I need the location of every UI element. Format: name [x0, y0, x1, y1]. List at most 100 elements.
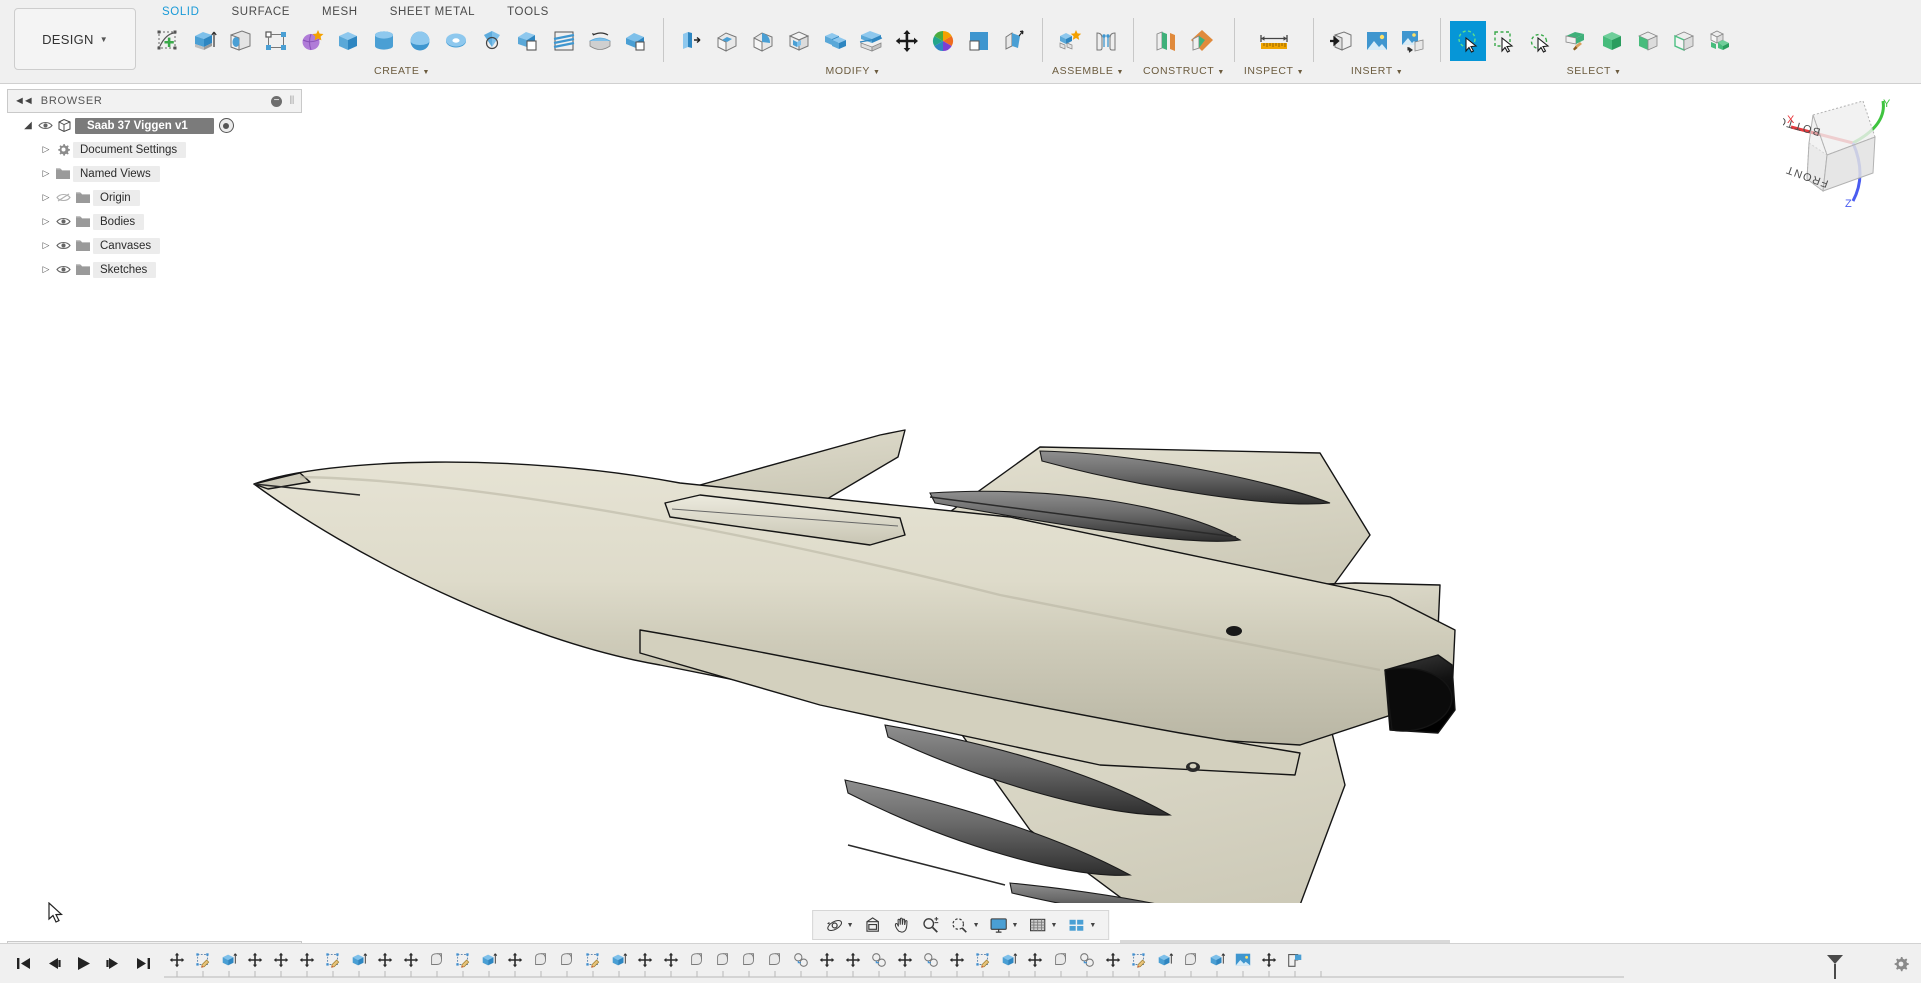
select-sketches-icon[interactable]	[1666, 21, 1702, 61]
select-components-icon[interactable]	[1702, 21, 1738, 61]
expand-arrow-icon[interactable]: ▷	[39, 264, 53, 275]
display-settings-icon[interactable]: ▼	[986, 912, 1023, 938]
insert-derive-icon[interactable]	[1323, 21, 1359, 61]
select-faces-icon[interactable]	[1630, 21, 1666, 61]
mirror-icon[interactable]	[582, 21, 618, 61]
pattern-icon[interactable]	[546, 21, 582, 61]
panel-assemble-label[interactable]: ASSEMBLE ▼	[1052, 64, 1124, 78]
extrude-icon[interactable]	[186, 21, 222, 61]
expand-arrow-icon[interactable]: ▷	[39, 144, 53, 155]
view-cube[interactable]: X Y Z BOTTOM FRONT	[1764, 95, 1903, 213]
go-to-beginning-button[interactable]	[10, 951, 36, 977]
shell-icon[interactable]	[781, 21, 817, 61]
expand-triangle-icon[interactable]: ◢	[21, 120, 35, 131]
plane-through-points-icon[interactable]	[1184, 21, 1220, 61]
ribbon-separator	[1313, 18, 1315, 62]
pan-icon[interactable]	[889, 912, 916, 938]
tree-item-label: Sketches	[93, 261, 157, 278]
orbit-icon[interactable]: ▼	[821, 912, 858, 938]
timeline-track[interactable]	[164, 944, 1881, 983]
panel-create: CREATE ▼	[146, 18, 658, 80]
sweep-icon[interactable]	[258, 21, 294, 61]
fillet-icon[interactable]	[709, 21, 745, 61]
ribbon-separator	[1440, 18, 1442, 62]
go-to-end-button[interactable]	[130, 951, 156, 977]
pipe-icon[interactable]	[510, 21, 546, 61]
draft-icon[interactable]	[997, 21, 1033, 61]
combine-icon[interactable]	[817, 21, 853, 61]
revolve-icon[interactable]	[222, 21, 258, 61]
select-paint-icon[interactable]	[1558, 21, 1594, 61]
split-face-icon[interactable]	[853, 21, 889, 61]
panel-inspect-label[interactable]: INSPECT ▼	[1244, 64, 1304, 78]
visibility-eye-icon[interactable]	[53, 216, 73, 227]
zoom-window-icon[interactable]: ▼	[947, 912, 984, 938]
tree-item-canvases[interactable]: ▷ Canvases	[39, 236, 302, 255]
browser-panel: ◄◄ BROWSER − ⦀ ◢ Saab 37 Viggen v1 ▷ Doc…	[7, 89, 302, 284]
decal-icon[interactable]	[1359, 21, 1395, 61]
panel-insert-label[interactable]: INSERT ▼	[1351, 64, 1403, 78]
look-at-icon[interactable]	[860, 912, 887, 938]
sphere-icon[interactable]	[402, 21, 438, 61]
chamfer-icon[interactable]	[745, 21, 781, 61]
tree-item-origin[interactable]: ▷ Origin	[39, 188, 302, 207]
panel-create-label[interactable]: CREATE ▼	[374, 64, 430, 78]
material-icon[interactable]	[961, 21, 997, 61]
tree-item-sketches[interactable]: ▷ Sketches	[39, 260, 302, 279]
workspace-switcher-button[interactable]: DESIGN ▼	[14, 8, 136, 70]
step-back-button[interactable]	[40, 951, 66, 977]
expand-arrow-icon[interactable]: ▷	[39, 192, 53, 203]
collapse-panel-icon[interactable]: ◄◄	[14, 95, 34, 107]
torus-icon[interactable]	[438, 21, 474, 61]
grid-snaps-icon[interactable]: ▼	[1024, 912, 1061, 938]
visibility-eye-icon[interactable]	[53, 264, 73, 275]
step-forward-button[interactable]	[100, 951, 126, 977]
timeline-settings-gear-icon[interactable]	[1881, 955, 1921, 973]
create-sketch-icon[interactable]	[150, 21, 186, 61]
tree-item-label: Origin	[93, 189, 140, 206]
timeline-end-marker[interactable]	[1825, 954, 1845, 980]
panel-select-label[interactable]: SELECT ▼	[1567, 64, 1622, 78]
zoom-icon[interactable]	[918, 912, 945, 938]
select-freeform-icon[interactable]	[1450, 21, 1487, 61]
panel-modify: MODIFY ▼	[669, 18, 1037, 80]
chevron-down-icon: ▼	[99, 34, 108, 44]
expand-arrow-icon[interactable]: ▷	[39, 216, 53, 227]
measure-icon[interactable]	[1256, 21, 1292, 61]
play-button[interactable]	[70, 951, 96, 977]
activate-component-icon[interactable]	[218, 118, 234, 133]
mouse-cursor	[48, 902, 63, 923]
select-lasso-icon[interactable]	[1522, 21, 1558, 61]
move-copy-icon[interactable]	[889, 21, 925, 61]
visibility-eye-icon[interactable]	[35, 120, 55, 131]
cylinder-icon[interactable]	[366, 21, 402, 61]
box-icon[interactable]	[330, 21, 366, 61]
panel-construct-label[interactable]: CONSTRUCT ▼	[1143, 64, 1225, 78]
thicken-icon[interactable]	[618, 21, 654, 61]
visibility-eye-icon[interactable]	[53, 240, 73, 251]
expand-arrow-icon[interactable]: ▷	[39, 240, 53, 251]
panel-select: SELECT ▼	[1446, 18, 1742, 80]
tree-item-document-settings[interactable]: ▷ Document Settings	[39, 140, 302, 159]
new-component-icon[interactable]	[1052, 21, 1088, 61]
tree-item-named-views[interactable]: ▷ Named Views	[39, 164, 302, 183]
select-bodies-icon[interactable]	[1594, 21, 1630, 61]
select-window-icon[interactable]	[1486, 21, 1522, 61]
appearance-icon[interactable]	[925, 21, 961, 61]
canvas-icon[interactable]	[1395, 21, 1431, 61]
visibility-eye-off-icon[interactable]	[53, 192, 73, 203]
viewports-icon[interactable]: ▼	[1063, 912, 1100, 938]
component-icon	[55, 118, 75, 133]
coil-icon[interactable]	[474, 21, 510, 61]
press-pull-icon[interactable]	[673, 21, 709, 61]
panel-grip-icon[interactable]: ⦀	[289, 95, 295, 108]
expand-arrow-icon[interactable]: ▷	[39, 168, 53, 179]
minimize-panel-icon[interactable]: −	[271, 95, 283, 107]
tree-item-bodies[interactable]: ▷ Bodies	[39, 212, 302, 231]
tree-item-root[interactable]: ◢ Saab 37 Viggen v1	[21, 116, 302, 135]
offset-plane-icon[interactable]	[1148, 21, 1184, 61]
chevron-down-icon: ▼	[846, 921, 854, 929]
joint-icon[interactable]	[1088, 21, 1124, 61]
form-icon[interactable]	[294, 21, 330, 61]
panel-modify-label[interactable]: MODIFY ▼	[826, 64, 881, 78]
